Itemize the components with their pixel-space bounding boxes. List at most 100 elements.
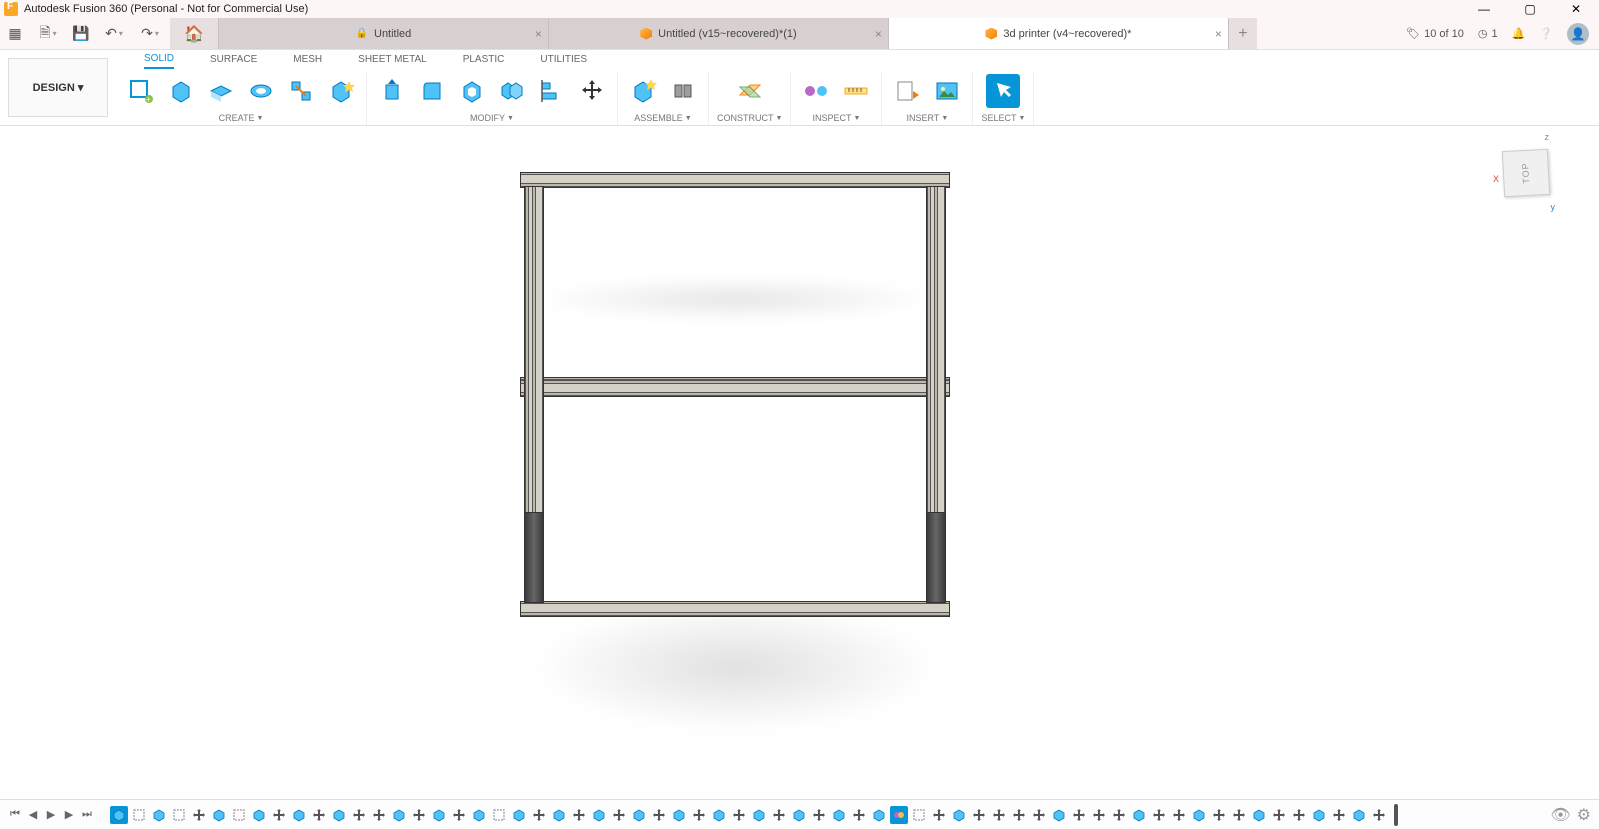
timeline-feature-move[interactable] (990, 806, 1008, 824)
timeline-feature-move[interactable] (1230, 806, 1248, 824)
timeline-feature-body[interactable] (430, 806, 448, 824)
extrude-button[interactable] (204, 74, 238, 108)
document-tab-0[interactable]: 🔒 Untitled × (219, 18, 549, 49)
timeline-feature-body[interactable] (470, 806, 488, 824)
timeline-feature-body[interactable] (590, 806, 608, 824)
timeline-feature-move[interactable] (530, 806, 548, 824)
ribbon-tab-mesh[interactable]: MESH (293, 54, 322, 68)
undo-button[interactable]: ↶▾ (96, 18, 132, 49)
timeline-feature-move[interactable] (1150, 806, 1168, 824)
viewport[interactable]: z X y TOP (0, 126, 1599, 799)
inspect-button[interactable] (799, 74, 833, 108)
home-tab[interactable]: 🏠 (170, 18, 219, 49)
timeline-feature-move[interactable] (970, 806, 988, 824)
ribbon-tab-utilities[interactable]: UTILITIES (540, 54, 587, 68)
timeline-feature-move[interactable] (450, 806, 468, 824)
timeline-feature-move[interactable] (810, 806, 828, 824)
timeline-feature-move[interactable] (1110, 806, 1128, 824)
group-label-select[interactable]: SELECT▼ (981, 113, 1025, 123)
timeline-feature-move[interactable] (570, 806, 588, 824)
timeline-feature-move[interactable] (610, 806, 628, 824)
timeline-feature-body[interactable] (1250, 806, 1268, 824)
tab-close-icon[interactable]: × (1215, 27, 1222, 41)
help-button[interactable]: ❔ (1539, 27, 1553, 40)
close-button[interactable]: ✕ (1553, 0, 1599, 18)
timeline-end-button[interactable]: ⏭ (80, 808, 94, 822)
sweep-button[interactable] (284, 74, 318, 108)
timeline-feature-move[interactable] (1170, 806, 1188, 824)
combine-button[interactable] (495, 74, 529, 108)
group-label-modify[interactable]: MODIFY▼ (470, 113, 514, 123)
minimize-button[interactable]: — (1461, 0, 1507, 18)
insert-decal-button[interactable] (930, 74, 964, 108)
ribbon-tab-surface[interactable]: SURFACE (210, 54, 257, 68)
timeline-feature-move[interactable] (1090, 806, 1108, 824)
timeline-feature-joint[interactable] (890, 806, 908, 824)
timeline-hide-icon[interactable]: 👁 (1550, 805, 1570, 825)
timeline-feature-body[interactable] (1350, 806, 1368, 824)
timeline-feature-sketch[interactable] (170, 806, 188, 824)
timeline-feature-move[interactable] (770, 806, 788, 824)
timeline-feature-body[interactable] (830, 806, 848, 824)
timeline-feature-move[interactable] (1010, 806, 1028, 824)
timeline-feature-sketch[interactable] (130, 806, 148, 824)
timeline-feature-body[interactable] (950, 806, 968, 824)
timeline-feature-move[interactable] (370, 806, 388, 824)
timeline-feature-sketch[interactable] (910, 806, 928, 824)
ribbon-tab-sheetmetal[interactable]: SHEET METAL (358, 54, 427, 68)
timeline-feature-body[interactable] (1190, 806, 1208, 824)
timeline-feature-body[interactable] (670, 806, 688, 824)
timeline-feature-move[interactable] (1210, 806, 1228, 824)
workspace-switcher[interactable]: DESIGN ▾ (8, 58, 108, 117)
timeline-feature-move[interactable] (850, 806, 868, 824)
timeline-feature-body[interactable] (1050, 806, 1068, 824)
timeline-feature-body[interactable] (510, 806, 528, 824)
ribbon-tab-solid[interactable]: SOLID (144, 53, 174, 69)
timeline-feature-body[interactable] (710, 806, 728, 824)
document-tab-2[interactable]: 3d printer (v4~recovered)* × (889, 18, 1229, 49)
select-button[interactable] (986, 74, 1020, 108)
timeline-feature-move[interactable] (730, 806, 748, 824)
move-button[interactable] (575, 74, 609, 108)
align-button[interactable] (535, 74, 569, 108)
tab-close-icon[interactable]: × (535, 27, 542, 41)
recovery-status[interactable]: 🏷 10 of 10 (1406, 27, 1464, 40)
timeline-feature-body[interactable] (790, 806, 808, 824)
timeline-feature-body[interactable] (1310, 806, 1328, 824)
timeline-feature-move[interactable] (1290, 806, 1308, 824)
timeline-next-button[interactable]: ▶ (62, 808, 76, 822)
timeline-feature-move[interactable] (650, 806, 668, 824)
timeline-play-button[interactable]: ▶ (44, 808, 58, 822)
insert-derive-button[interactable] (890, 74, 924, 108)
group-label-create[interactable]: CREATE▼ (219, 113, 264, 123)
timeline-feature-move[interactable] (410, 806, 428, 824)
save-button[interactable]: 💾 (66, 18, 96, 49)
timeline-feature-body[interactable] (1130, 806, 1148, 824)
timeline-prev-button[interactable]: ◀ (26, 808, 40, 822)
tab-close-icon[interactable]: × (875, 27, 882, 41)
timeline-feature-body[interactable] (110, 806, 128, 824)
new-tab-button[interactable]: + (1229, 18, 1257, 49)
notifications-button[interactable]: 🔔 (1512, 27, 1526, 40)
construct-plane-button[interactable] (733, 74, 767, 108)
create-sketch-button[interactable]: + (124, 74, 158, 108)
timeline-feature-body[interactable] (550, 806, 568, 824)
ribbon-tab-plastic[interactable]: PLASTIC (463, 54, 505, 68)
timeline-feature-body[interactable] (750, 806, 768, 824)
document-tab-1[interactable]: Untitled (v15~recovered)*(1) × (549, 18, 889, 49)
view-cube[interactable]: TOP (1502, 149, 1550, 197)
job-status[interactable]: ◷ 1 (1478, 27, 1498, 40)
revolve-button[interactable] (244, 74, 278, 108)
group-label-insert[interactable]: INSERT▼ (907, 113, 949, 123)
timeline-start-button[interactable]: ⏮ (8, 808, 22, 822)
timeline-feature-move[interactable] (350, 806, 368, 824)
redo-button[interactable]: ↷▾ (132, 18, 168, 49)
create-form-button[interactable] (164, 74, 198, 108)
shell-button[interactable] (455, 74, 489, 108)
timeline-feature-move[interactable] (1370, 806, 1388, 824)
group-label-inspect[interactable]: INSPECT▼ (812, 113, 860, 123)
group-label-assemble[interactable]: ASSEMBLE▼ (634, 113, 691, 123)
timeline-feature-sketch[interactable] (230, 806, 248, 824)
timeline-feature-body[interactable] (150, 806, 168, 824)
emboss-button[interactable] (324, 74, 358, 108)
